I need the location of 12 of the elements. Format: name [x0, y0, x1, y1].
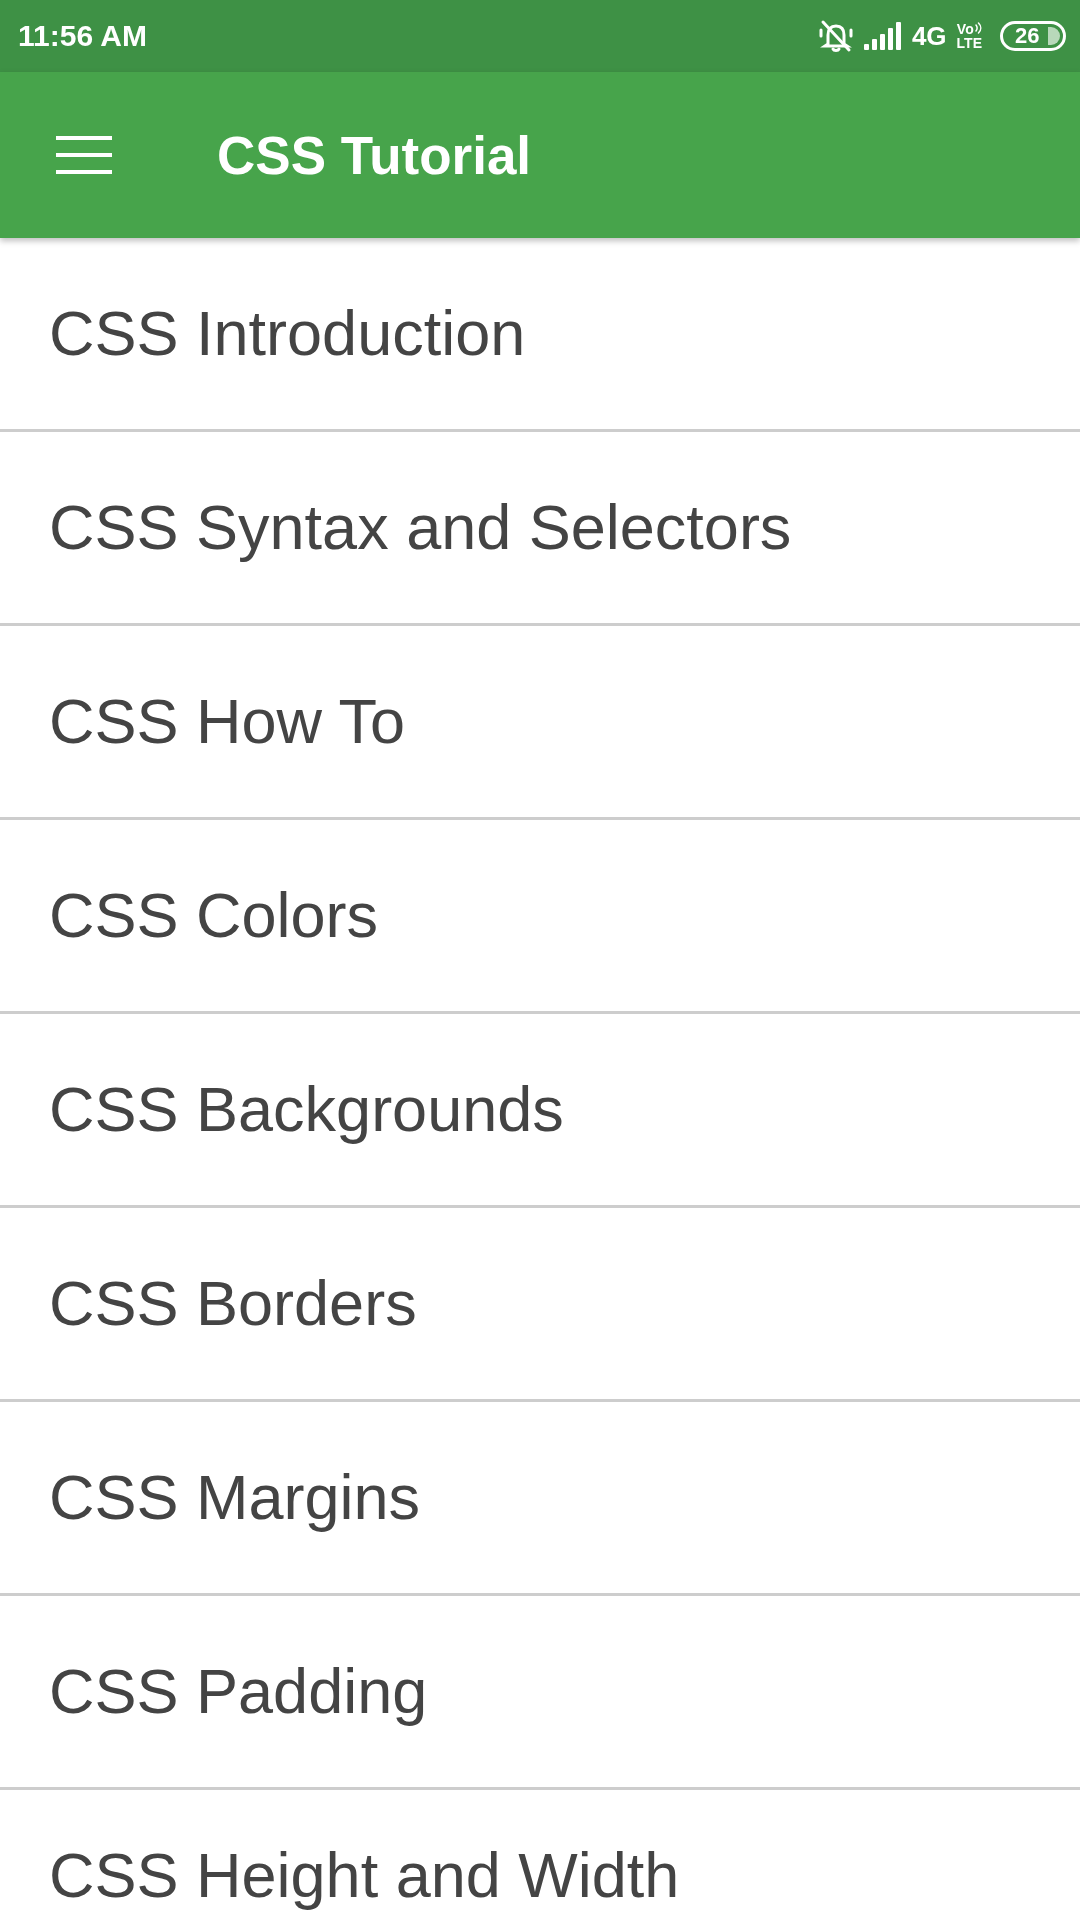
lte-label: LTE	[956, 36, 982, 50]
volte-label: Vo	[956, 22, 974, 36]
menu-icon[interactable]	[56, 136, 112, 174]
muted-bell-icon	[817, 19, 854, 53]
app-title: CSS Tutorial	[217, 128, 532, 182]
battery-percent: 26	[1015, 25, 1040, 47]
battery-level-icon	[1048, 27, 1060, 45]
topic-item[interactable]: CSS Height and Width	[49, 1838, 680, 1912]
signal-bars-icon	[863, 22, 902, 50]
network-type: 4G	[911, 23, 947, 49]
call-waves-icon	[974, 22, 982, 34]
status-time: 11:56 AM	[18, 21, 147, 51]
